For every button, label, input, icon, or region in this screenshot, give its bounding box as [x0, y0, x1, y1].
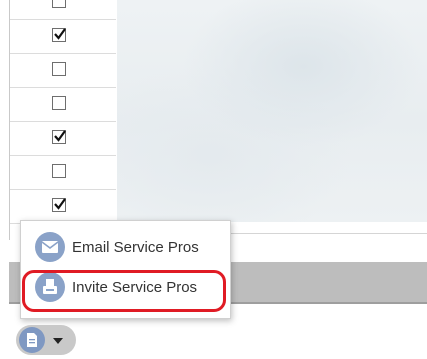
select-column: [9, 0, 116, 240]
row-checkbox[interactable]: [52, 198, 66, 212]
row-checkbox[interactable]: [52, 96, 66, 110]
caret-down-icon: [53, 331, 63, 349]
table-row: [10, 156, 116, 190]
menu-item-label: Invite Service Pros: [72, 278, 198, 296]
row-checkbox[interactable]: [52, 0, 66, 8]
row-checkbox[interactable]: [52, 62, 66, 76]
checkmark-icon: [54, 198, 66, 210]
row-checkbox[interactable]: [52, 28, 66, 42]
row-checkbox[interactable]: [52, 164, 66, 178]
actions-dropdown-button[interactable]: [16, 325, 76, 355]
checkmark-icon: [54, 28, 66, 40]
table-row: [10, 0, 116, 20]
envelope-icon: [35, 232, 65, 262]
row-checkbox[interactable]: [52, 130, 66, 144]
menu-item-invite-service-pros[interactable]: Invite Service Pros: [21, 267, 230, 307]
menu-item-email-service-pros[interactable]: Email Service Pros: [21, 227, 230, 267]
table-row: [10, 122, 116, 156]
table-row: [10, 190, 116, 224]
blurred-table-content: [117, 0, 427, 222]
menu-item-label: Email Service Pros: [72, 238, 199, 256]
document-icon: [19, 327, 45, 353]
table-row: [10, 54, 116, 88]
action-popup-menu: Email Service Pros Invite Service Pros: [20, 220, 231, 319]
table-row: [10, 88, 116, 122]
checkmark-icon: [54, 130, 66, 142]
invite-icon: [35, 272, 65, 302]
table-row: [10, 20, 116, 54]
